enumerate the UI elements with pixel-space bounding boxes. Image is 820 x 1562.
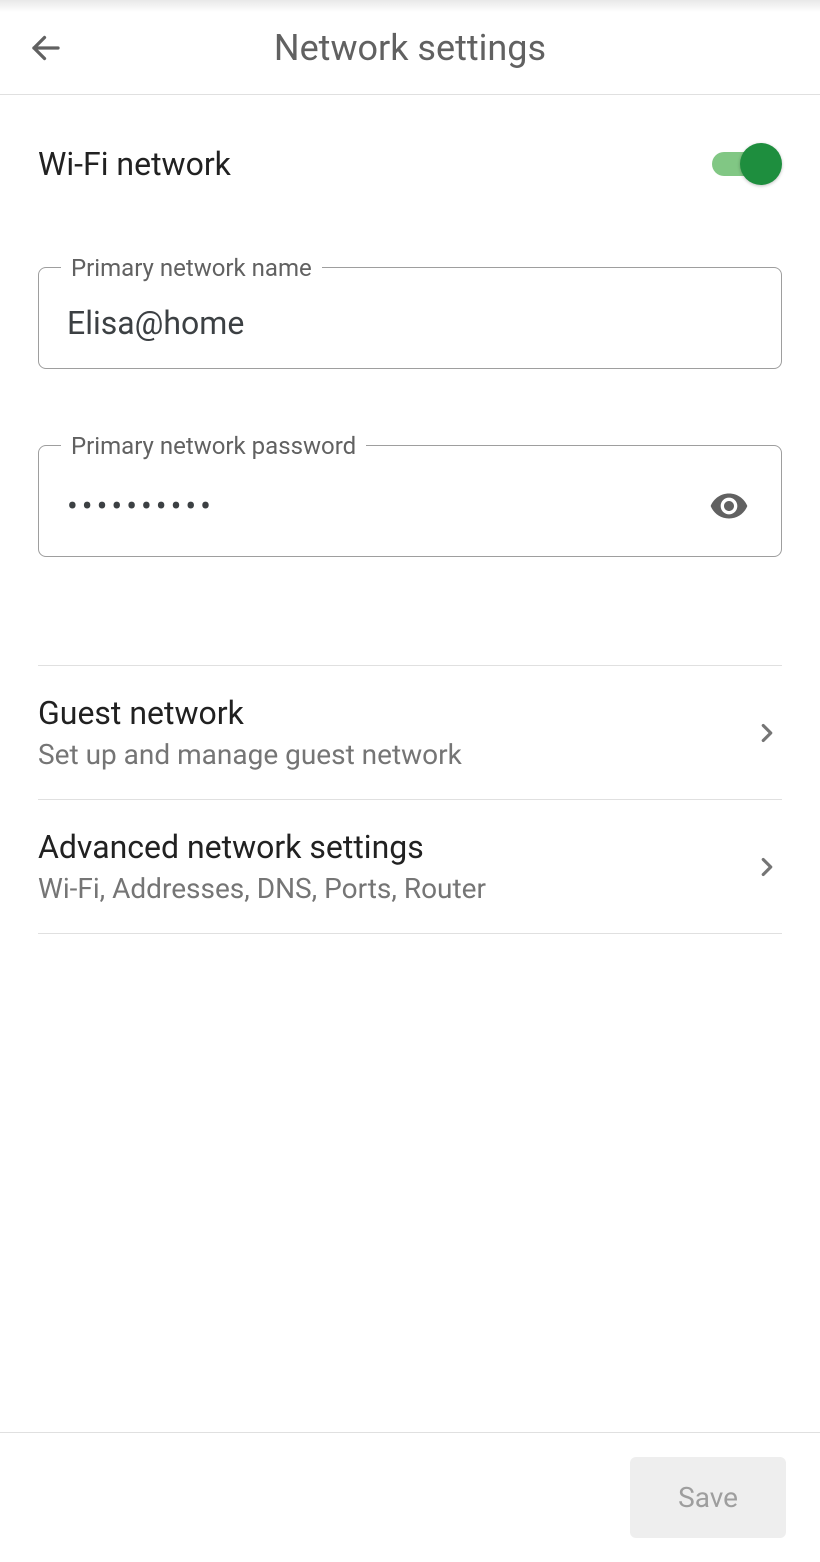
wifi-section-title: Wi-Fi network bbox=[38, 145, 231, 183]
back-button[interactable] bbox=[28, 30, 64, 66]
toggle-knob bbox=[740, 143, 782, 185]
list-item-subtitle: Wi-Fi, Addresses, DNS, Ports, Router bbox=[38, 872, 486, 905]
content: Wi-Fi network Primary network name Prima… bbox=[0, 95, 820, 934]
network-name-field: Primary network name bbox=[38, 267, 782, 369]
header: Network settings bbox=[0, 12, 820, 95]
wifi-section-row: Wi-Fi network bbox=[38, 95, 782, 217]
chevron-right-icon bbox=[752, 852, 782, 882]
network-name-input[interactable] bbox=[67, 304, 753, 342]
arrow-left-icon bbox=[28, 30, 64, 66]
list-item-text: Advanced network settings Wi-Fi, Address… bbox=[38, 828, 486, 905]
show-password-button[interactable] bbox=[705, 482, 753, 530]
guest-network-item[interactable]: Guest network Set up and manage guest ne… bbox=[38, 665, 782, 799]
advanced-settings-item[interactable]: Advanced network settings Wi-Fi, Address… bbox=[38, 799, 782, 934]
eye-icon bbox=[709, 486, 749, 526]
list-item-text: Guest network Set up and manage guest ne… bbox=[38, 694, 462, 771]
settings-list: Guest network Set up and manage guest ne… bbox=[38, 665, 782, 934]
list-item-subtitle: Set up and manage guest network bbox=[38, 738, 462, 771]
network-password-box[interactable]: Primary network password •••••••••• bbox=[38, 445, 782, 557]
wifi-toggle[interactable] bbox=[710, 143, 782, 185]
chevron-right-icon bbox=[752, 718, 782, 748]
chevron bbox=[752, 852, 782, 882]
footer: Save bbox=[0, 1432, 820, 1562]
list-item-title: Advanced network settings bbox=[38, 828, 486, 866]
network-password-field: Primary network password •••••••••• bbox=[38, 445, 782, 557]
network-password-input[interactable]: •••••••••• bbox=[67, 490, 705, 522]
save-button[interactable]: Save bbox=[630, 1457, 786, 1538]
top-gradient bbox=[0, 0, 820, 12]
network-name-box[interactable]: Primary network name bbox=[38, 267, 782, 369]
page-title: Network settings bbox=[274, 27, 546, 69]
network-name-label: Primary network name bbox=[61, 254, 322, 282]
chevron bbox=[752, 718, 782, 748]
network-password-label: Primary network password bbox=[61, 432, 366, 460]
list-item-title: Guest network bbox=[38, 694, 462, 732]
